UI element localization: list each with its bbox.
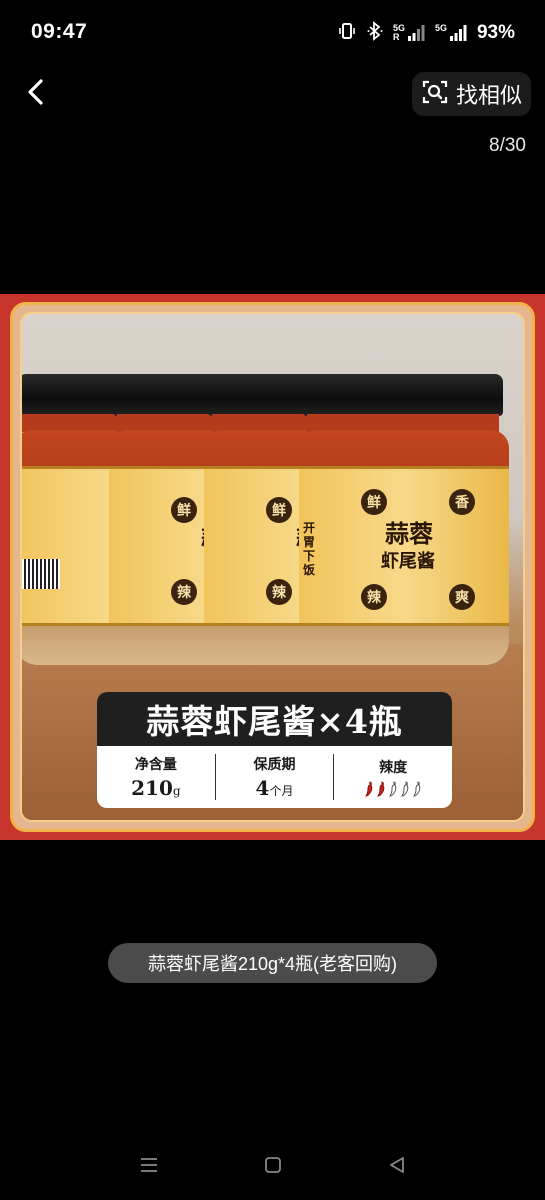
spec-label: 辣度 bbox=[379, 760, 408, 776]
home-icon bbox=[263, 1155, 283, 1180]
find-similar-label: 找相似 bbox=[456, 83, 523, 108]
roaming-label: R bbox=[392, 32, 400, 42]
badge-la: 辣 bbox=[266, 579, 292, 605]
nav-home-button[interactable] bbox=[258, 1155, 288, 1179]
badge-xiang: 香 bbox=[449, 489, 475, 515]
spec-row: 净含量 210g 保质期 4个月 辣度 bbox=[97, 746, 452, 808]
bluetooth-icon bbox=[367, 20, 383, 46]
spec-value: 4个月 bbox=[255, 776, 294, 800]
product-name-panel: 蒜蓉虾尾酱×4瓶 净含量 210g 保质期 4个月 辣度 bbox=[97, 692, 452, 808]
chili-icon bbox=[377, 781, 385, 797]
jar-title-line2: 虾尾酱 bbox=[381, 551, 435, 572]
status-icons: 5G R 5G 93% bbox=[337, 20, 515, 46]
find-similar-button[interactable]: 找相似 bbox=[412, 72, 531, 116]
back-triangle-icon bbox=[387, 1155, 407, 1180]
signal-5g-icon: 5G R bbox=[393, 24, 425, 42]
name-header: 蒜蓉虾尾酱×4瓶 bbox=[97, 692, 452, 746]
chili-icon bbox=[413, 781, 421, 797]
chili-icon bbox=[401, 781, 409, 797]
net-type-label-2: 5G bbox=[434, 23, 447, 33]
sauce-jar-front: 鲜 香 辣 爽 蒜蓉 虾尾酱 开胃下饭 bbox=[297, 374, 512, 669]
vibrate-icon bbox=[337, 21, 357, 46]
chili-icon bbox=[389, 781, 397, 797]
image-scene: 鲜 辣 蒜蓉 鲜 辣 蒜蓉 鲜 香 辣 爽 蒜蓉 虾尾酱 开胃下 bbox=[20, 312, 525, 822]
badge-la: 辣 bbox=[171, 579, 197, 605]
chili-icon bbox=[365, 781, 373, 797]
spec-label: 净含量 bbox=[134, 757, 177, 773]
chevron-left-icon bbox=[25, 77, 47, 112]
signal-5g-icon-2: 5G bbox=[435, 24, 467, 42]
spec-shelf-life: 保质期 4个月 bbox=[214, 754, 334, 800]
image-search-icon bbox=[422, 79, 448, 110]
spec-value: 210g bbox=[131, 776, 181, 800]
badge-xian: 鲜 bbox=[361, 489, 387, 515]
spec-label: 保质期 bbox=[253, 757, 296, 773]
menu-icon bbox=[139, 1156, 159, 1179]
jar-title-line1: 蒜蓉 bbox=[385, 519, 433, 548]
nav-menu-button[interactable] bbox=[134, 1155, 164, 1179]
banner-title: 蒜蓉虾尾酱×4瓶 bbox=[146, 702, 403, 741]
caption-text: 蒜蓉虾尾酱210g*4瓶(老客回购) bbox=[147, 954, 398, 974]
badge-xian: 鲜 bbox=[171, 497, 197, 523]
spice-level-indicator bbox=[364, 781, 422, 797]
product-image[interactable]: 鲜 辣 蒜蓉 鲜 辣 蒜蓉 鲜 香 辣 爽 蒜蓉 虾尾酱 开胃下 bbox=[0, 294, 545, 840]
badge-shuang: 爽 bbox=[449, 584, 475, 610]
caption-chip: 蒜蓉虾尾酱210g*4瓶(老客回购) bbox=[108, 943, 437, 983]
battery-percent: 93% bbox=[476, 22, 515, 43]
badge-la: 辣 bbox=[361, 584, 387, 610]
status-bar: 09:47 5G R 5G 93% bbox=[0, 0, 545, 66]
badge-xian: 鲜 bbox=[266, 497, 292, 523]
spec-net-weight: 净含量 210g bbox=[97, 746, 215, 808]
status-time: 09:47 bbox=[31, 20, 88, 43]
back-button[interactable] bbox=[16, 74, 56, 114]
system-nav-bar bbox=[0, 1145, 545, 1190]
nav-back-button[interactable] bbox=[382, 1155, 412, 1179]
page-counter: 8/30 bbox=[489, 135, 526, 156]
spec-spiciness: 辣度 bbox=[333, 754, 452, 800]
jar-side-text: 开胃下饭 bbox=[303, 521, 316, 577]
